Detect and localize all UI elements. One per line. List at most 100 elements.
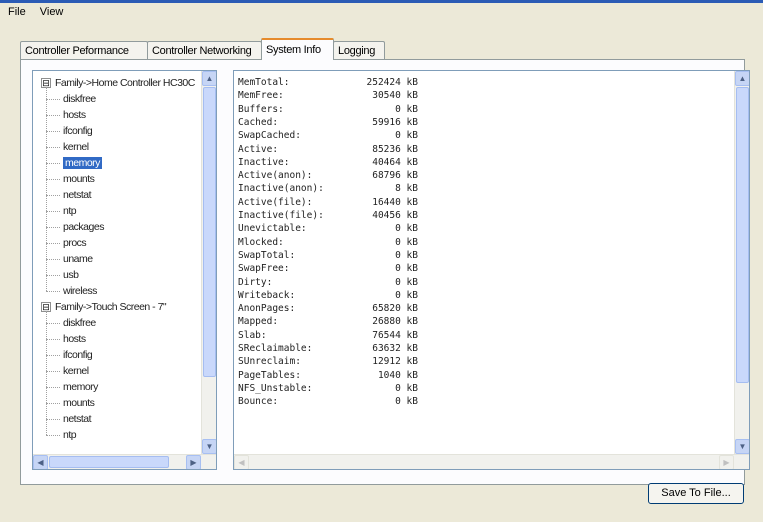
tree-item-label: hosts (63, 109, 86, 121)
memory-value: 68796 kB (372, 170, 418, 182)
memory-key: Dirty: (238, 276, 273, 288)
tree-item-label: packages (63, 221, 104, 233)
memory-key: Inactive(anon): (238, 183, 324, 195)
system-info-text[interactable]: MemTotal: 252424 kB MemFree: 30540 kB Buffer… (233, 70, 750, 470)
tree-item-label: mounts (63, 173, 95, 185)
tree-item-ntp[interactable]: ntp (63, 427, 77, 443)
tree-scroll-right-button[interactable]: ▶ (186, 455, 201, 469)
memory-key: SwapFree: (238, 263, 290, 275)
tree-scroll-left-button[interactable]: ◀ (33, 455, 48, 469)
tree-node-group1[interactable]: Family->Home Controller HC30C (55, 75, 195, 91)
tree-item-ifconfig[interactable]: ifconfig (63, 347, 93, 363)
tree-item-label: usb (63, 269, 79, 281)
tree-connector (46, 227, 60, 228)
memory-value: 59916 kB (372, 116, 418, 128)
tree-connector (46, 163, 60, 164)
tab-logging[interactable]: Logging (333, 41, 385, 59)
tree-item-usb[interactable]: usb (63, 267, 79, 283)
tree-connector (46, 403, 60, 404)
tree-item-label: kernel (63, 141, 89, 153)
memory-key: Active: (238, 143, 279, 155)
memory-info-row: SwapTotal: 0 kB (238, 249, 418, 262)
memory-value: 85236 kB (372, 143, 418, 155)
tree-item-label: ntp (63, 429, 77, 441)
memory-info-row: Active(anon): 68796 kB (238, 169, 418, 182)
tree-connector (46, 179, 60, 180)
memory-info-row: Buffers: 0 kB (238, 103, 418, 116)
tree-item-memory[interactable]: memory (63, 155, 102, 171)
memory-key: Cached: (238, 116, 279, 128)
tree-vertical-thumb[interactable] (203, 87, 216, 377)
memory-key: Active(anon): (238, 170, 313, 182)
tree-vertical-scrollbar[interactable]: ▲ ▼ (201, 71, 216, 454)
tree-horizontal-thumb[interactable] (49, 456, 169, 468)
tree-item-netstat[interactable]: netstat (63, 411, 92, 427)
tree-connector (46, 371, 60, 372)
tree-item-kernel[interactable]: kernel (63, 139, 89, 155)
memory-info-row: Unevictable: 0 kB (238, 222, 418, 235)
memory-key: MemTotal: (238, 77, 290, 88)
memory-key: NFS_Unstable: (238, 382, 313, 394)
tree-item-packages[interactable]: packages (63, 219, 104, 235)
memory-key: Inactive: (238, 156, 290, 168)
memory-info-row: MemFree: 30540 kB (238, 89, 418, 102)
tree-horizontal-scrollbar[interactable]: ◀ ▶ (33, 454, 216, 469)
memory-key: SwapCached: (238, 130, 301, 142)
memory-key: SwapTotal: (238, 249, 296, 261)
menu-view[interactable]: View (32, 4, 70, 20)
tree-node-group2[interactable]: Family->Touch Screen - 7" (55, 299, 167, 315)
memory-value: 40456 kB (372, 210, 418, 221)
memory-info-row: Mlocked: 0 kB (238, 236, 418, 249)
tree-item-uname[interactable]: uname (63, 251, 93, 267)
tab-controller-performance[interactable]: Controller Peformance (20, 41, 148, 59)
tab-system-info[interactable]: System Info (261, 38, 334, 60)
memory-info-row: SwapFree: 0 kB (238, 262, 418, 275)
tree-connector (46, 311, 47, 435)
memory-value: 16440 kB (372, 196, 418, 208)
tab-controller-networking[interactable]: Controller Networking (147, 41, 262, 59)
tree-item-netstat[interactable]: netstat (63, 187, 92, 203)
tree-item-mounts[interactable]: mounts (63, 171, 95, 187)
info-horizontal-scrollbar[interactable]: ◀ ▶ (234, 454, 749, 469)
memory-value: 0 kB (395, 382, 418, 394)
tree-item-label: kernel (63, 365, 89, 377)
tree-scroll-up-button[interactable]: ▲ (202, 71, 216, 86)
tree-connector (46, 355, 60, 356)
tree-item-kernel[interactable]: kernel (63, 363, 89, 379)
tree-item-hosts[interactable]: hosts (63, 107, 86, 123)
save-to-file-button[interactable]: Save To File... (648, 483, 744, 504)
tree-item-ifconfig[interactable]: ifconfig (63, 123, 93, 139)
memory-key: Bounce: (238, 396, 279, 408)
tree-scroll-down-button[interactable]: ▼ (202, 439, 216, 454)
info-scroll-down-button[interactable]: ▼ (735, 439, 749, 454)
memory-info-row: Active: 85236 kB (238, 143, 418, 156)
tree-item-label: memory (63, 381, 98, 393)
info-scroll-right-button[interactable]: ▶ (719, 455, 734, 469)
tree-connector (46, 275, 60, 276)
tree-item-label: ntp (63, 205, 77, 217)
tree-item-mounts[interactable]: mounts (63, 395, 95, 411)
tree-connector (46, 259, 60, 260)
memory-info-row: NFS_Unstable: 0 kB (238, 382, 418, 395)
tree-item-wireless[interactable]: wireless (63, 283, 97, 299)
tree-item-hosts[interactable]: hosts (63, 331, 86, 347)
info-vertical-thumb[interactable] (736, 87, 749, 383)
info-vertical-scrollbar[interactable]: ▲ ▼ (734, 71, 749, 454)
tree-connector (46, 291, 60, 292)
tree-item-label: wireless (63, 285, 97, 297)
memory-info-row: PageTables: 1040 kB (238, 369, 418, 382)
menu-file[interactable]: File (0, 4, 32, 20)
tree-item-diskfree[interactable]: diskfree (63, 315, 96, 331)
info-scroll-up-button[interactable]: ▲ (735, 71, 749, 86)
tree-item-diskfree[interactable]: diskfree (63, 91, 96, 107)
menu-bar: File View (0, 4, 763, 22)
tree-connector (46, 131, 60, 132)
info-scroll-left-button[interactable]: ◀ (234, 455, 249, 469)
device-tree[interactable]: ⊟ Family->Home Controller HC30C diskfree ho… (32, 70, 217, 470)
memory-key: Buffers: (238, 103, 284, 115)
tree-item-memory[interactable]: memory (63, 379, 98, 395)
memory-value: 76544 kB (372, 329, 418, 341)
tree-connector (46, 323, 60, 324)
tree-item-ntp[interactable]: ntp (63, 203, 77, 219)
tree-item-procs[interactable]: procs (63, 235, 87, 251)
